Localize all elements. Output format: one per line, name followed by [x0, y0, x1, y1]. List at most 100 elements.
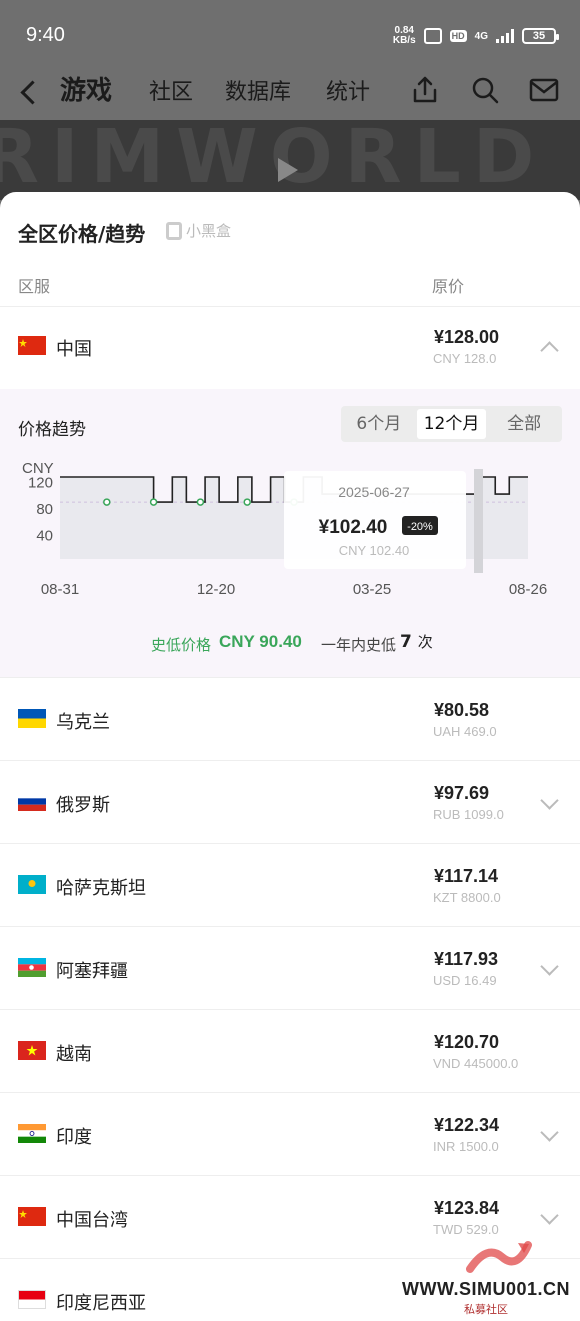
search-icon[interactable] — [469, 74, 501, 106]
lowest-count: 7 次 — [400, 631, 433, 652]
region-original-price: KZT 8800.0 — [433, 890, 501, 905]
region-price: ¥120.70 — [434, 1032, 500, 1052]
region-row-china[interactable]: 中国 ¥128.00 CNY 128.0 — [0, 306, 580, 389]
chart-cursor — [474, 469, 483, 573]
lowest-price-marker — [103, 498, 111, 506]
region-original-price: RUB 1099.0 — [433, 807, 504, 822]
sheet-title: 全区价格/趋势 — [18, 222, 146, 246]
tooltip-price: ¥102.40 — [319, 517, 388, 538]
region-name: 哈萨克斯坦 — [56, 878, 146, 899]
brand: 小黑盒 — [166, 220, 231, 241]
x-tick-label: 03-25 — [353, 581, 391, 598]
tooltip-date: 2025-06-27 — [338, 484, 410, 500]
tab-community[interactable]: 社区 — [149, 74, 193, 106]
region-name: 乌克兰 — [56, 712, 110, 733]
period-selector: 6个月 12个月 全部 — [341, 406, 562, 442]
region-original-price: TWD 529.0 — [433, 1222, 499, 1237]
watermark: WWW.SIMU001.CN 私募社区 — [402, 1241, 578, 1319]
region-name: 印度尼西亚 — [56, 1293, 146, 1314]
region-name: 越南 — [56, 1044, 92, 1065]
divider — [0, 760, 580, 761]
region-row[interactable]: 阿塞拜疆 ¥117.93 USD 16.49 — [0, 926, 580, 1009]
tab-database[interactable]: 数据库 — [225, 74, 291, 106]
region-row[interactable]: 印度 ¥122.34 INR 1500.0 — [0, 1092, 580, 1175]
network-type: 4G — [474, 30, 488, 42]
status-time: 9:40 — [26, 24, 65, 46]
net-speed: 0.84 KB/s — [393, 26, 416, 46]
period-6-months[interactable]: 6个月 — [344, 409, 414, 439]
region-row[interactable]: 越南 ¥120.70 VND 445000.0 — [0, 1009, 580, 1092]
region-price: ¥117.14 — [434, 866, 499, 886]
divider — [0, 1092, 580, 1093]
tab-game[interactable]: 游戏 — [60, 70, 112, 107]
price-chart[interactable]: CNY 40 80 120 08-31 12-20 03-25 08-26 2025-06-27… — [0, 459, 580, 609]
region-original-price: UAH 469.0 — [433, 724, 497, 739]
region-price: ¥128.00 — [434, 327, 500, 347]
region-price: ¥97.69 — [434, 783, 490, 803]
chevron-up-icon[interactable] — [540, 341, 559, 360]
flag-indonesia-icon — [18, 1290, 46, 1309]
share-icon[interactable] — [409, 74, 441, 106]
mail-icon[interactable] — [528, 74, 560, 106]
divider — [0, 926, 580, 927]
region-price: ¥123.84 — [434, 1198, 500, 1218]
flag-russia-icon — [18, 792, 46, 811]
period-12-months[interactable]: 12个月 — [416, 409, 487, 439]
lowest-price-marker — [243, 498, 251, 506]
play-icon[interactable] — [278, 158, 298, 182]
flag-kazakhstan-icon — [18, 875, 46, 894]
lowest-price-marker — [196, 498, 205, 506]
divider — [0, 1009, 580, 1010]
battery-icon: 35 — [522, 28, 559, 44]
mute-bell-icon — [423, 28, 442, 44]
lowest-price-value: CNY 90.40 — [219, 632, 302, 651]
brand-name: 小黑盒 — [186, 222, 232, 240]
region-name: 中国 — [56, 339, 92, 360]
x-tick-label: 08-31 — [41, 581, 79, 598]
back-button[interactable] — [16, 72, 46, 112]
divider — [0, 1175, 580, 1176]
tooltip-original: CNY 102.40 — [339, 543, 410, 558]
game-banner[interactable]: RIMWORLD — [0, 120, 580, 200]
y-tick-label: 40 — [36, 528, 53, 545]
y-tick-label: 120 — [28, 474, 53, 491]
battery-level: 35 — [532, 30, 546, 42]
tab-stats[interactable]: 统计 — [326, 74, 370, 106]
column-header-region: 区服 — [18, 277, 51, 296]
flag-china-icon — [18, 336, 46, 355]
chevron-down-icon[interactable] — [540, 1123, 559, 1142]
lowest-price-marker — [149, 498, 158, 506]
heybox-logo-icon — [166, 221, 182, 240]
region-row[interactable]: 哈萨克斯坦 ¥117.14 KZT 8800.0 — [0, 843, 580, 926]
region-original-price: CNY 128.0 — [433, 351, 497, 366]
chevron-down-icon[interactable] — [540, 957, 559, 976]
x-tick-label: 12-20 — [197, 581, 235, 598]
lowest-count-unit: 次 — [417, 633, 433, 651]
price-chart-svg[interactable]: CNY408012008-31 12-20 03-25 08-262025-06-27… — [0, 459, 580, 609]
chevron-down-icon[interactable] — [540, 1206, 559, 1225]
region-row[interactable]: 俄罗斯 ¥97.69 RUB 1099.0 — [0, 760, 580, 843]
region-name: 俄罗斯 — [56, 795, 110, 816]
watermark-subtext: 私募社区 — [464, 1303, 508, 1316]
region-row[interactable]: 乌克兰 ¥80.58 UAH 469.0 — [0, 677, 580, 760]
lowest-count-value: 7 — [400, 632, 412, 652]
region-price: ¥80.58 — [434, 700, 490, 720]
net-speed-unit: KB/s — [392, 35, 416, 46]
region-original-price: INR 1500.0 — [433, 1139, 499, 1154]
region-original-price: USD 16.49 — [433, 973, 497, 988]
region-price: ¥117.93 — [434, 949, 499, 969]
region-original-price: VND 445000.0 — [433, 1056, 519, 1071]
column-header-price: 原价 — [432, 277, 465, 296]
period-all[interactable]: 全部 — [489, 409, 559, 439]
lowest-count-label: 一年内史低 — [321, 636, 397, 654]
watermark-text: WWW.SIMU001.CN — [402, 1279, 571, 1299]
chevron-down-icon[interactable] — [540, 791, 559, 810]
banner-logo: RIMWORLD — [0, 120, 547, 200]
top-nav: 游戏 社区 数据库 统计 — [0, 64, 580, 120]
region-name: 阿塞拜疆 — [56, 961, 128, 982]
divider — [0, 677, 580, 678]
signal-icon — [496, 29, 514, 43]
status-icons: 0.84 KB/s HD 4G 35 — [393, 26, 559, 46]
region-name: 中国台湾 — [56, 1210, 128, 1231]
flag-ukraine-icon — [18, 709, 46, 728]
